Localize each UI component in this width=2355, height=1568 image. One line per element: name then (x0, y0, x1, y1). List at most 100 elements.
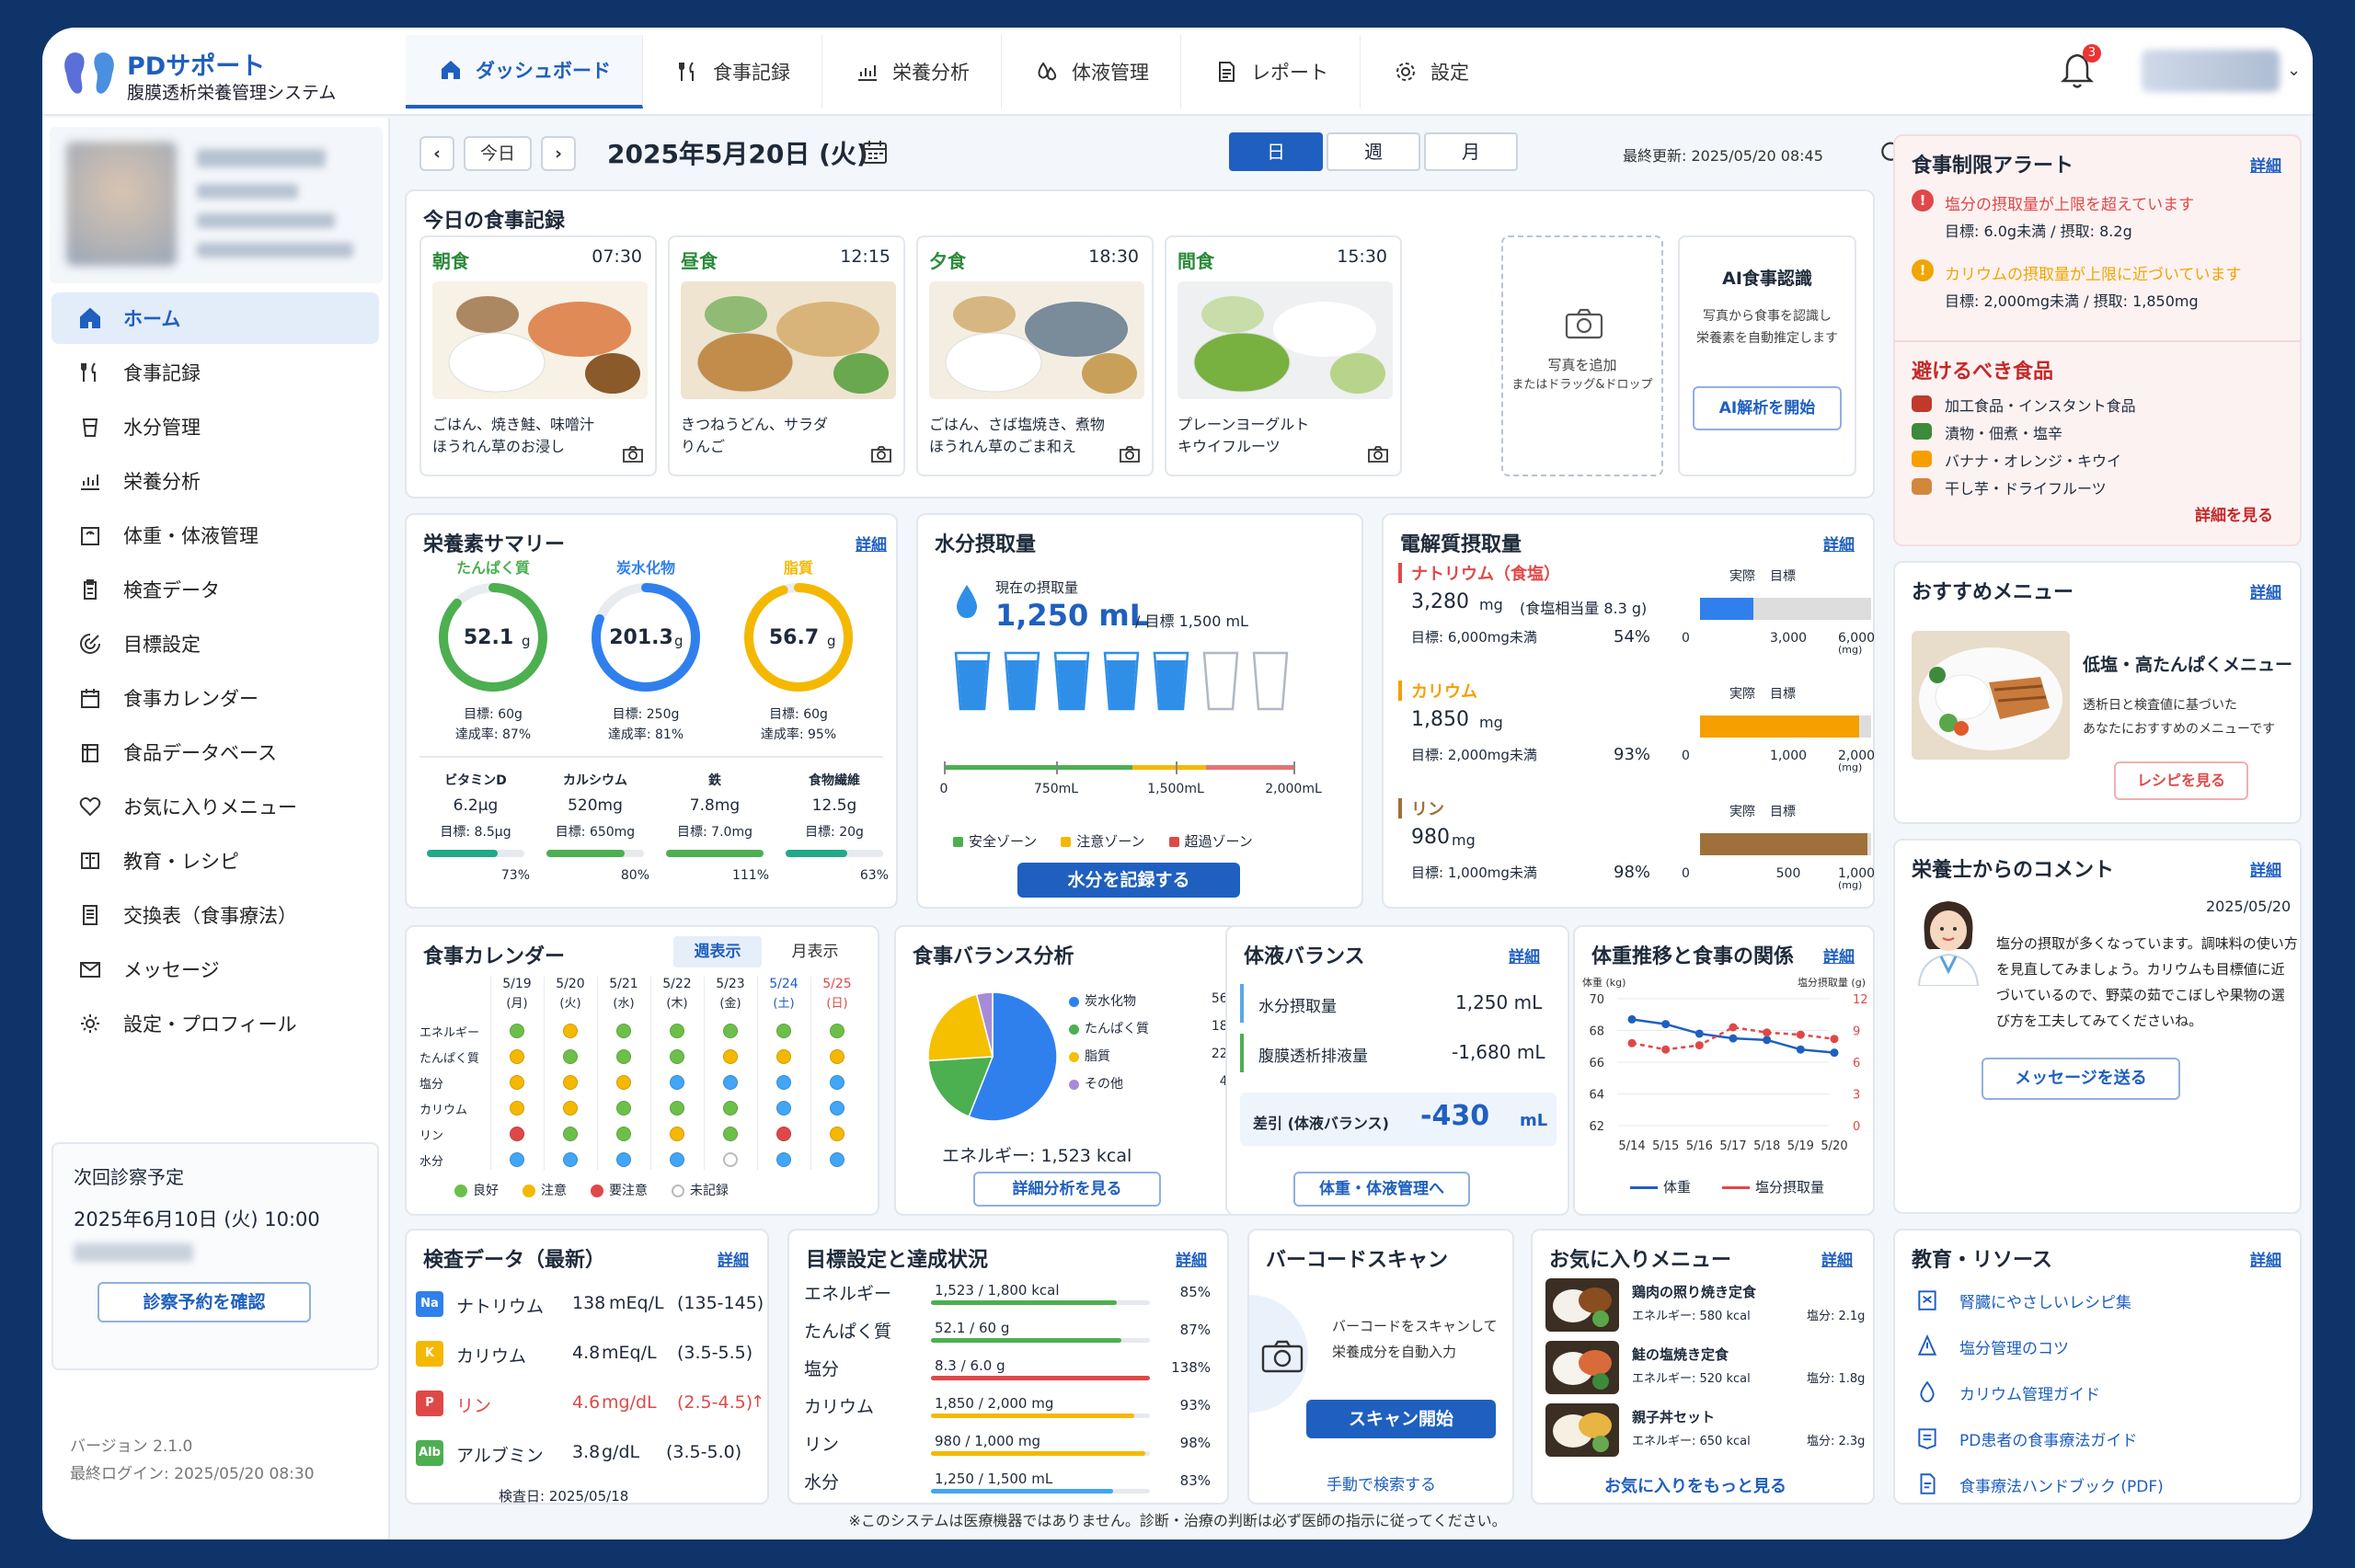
goals-detail-link[interactable]: 詳細 (1176, 1247, 1207, 1270)
calendar-icon[interactable] (861, 138, 889, 166)
status-dot-b[interactable] (776, 1101, 791, 1116)
user-menu[interactable] (2142, 50, 2280, 92)
meal-card[interactable]: 朝食 07:30 ごはん、焼き鮭、味噌汁 ほうれん草のお浸し (419, 235, 657, 476)
sidebar-item-database[interactable]: 食品データベース (52, 727, 379, 778)
status-dot-y[interactable] (830, 1049, 844, 1064)
sidebar-item-home[interactable]: ホーム (52, 292, 379, 344)
add-photo-dropzone[interactable]: 写真を追加 またはドラッグ&ドロップ (1501, 235, 1663, 476)
sidebar-item-clipboard[interactable]: 検査データ (52, 564, 379, 615)
view-month-button[interactable]: 月 (1424, 132, 1518, 171)
status-dot-g[interactable] (563, 1049, 578, 1064)
view-week-button[interactable]: 週 (1327, 132, 1420, 171)
alert-detail-link[interactable]: 詳細 (2250, 153, 2281, 176)
status-dot-r[interactable] (776, 1127, 791, 1141)
status-dot-y[interactable] (510, 1075, 524, 1090)
avoid-detail-link[interactable]: 詳細を見る (2195, 502, 2273, 525)
dietitian-detail-link[interactable]: 詳細 (2250, 857, 2281, 880)
meal-card[interactable]: 間食 15:30 プレーンヨーグルト キウイフルーツ (1165, 235, 1402, 476)
status-dot-b[interactable] (776, 1075, 791, 1090)
status-dot-g[interactable] (776, 1024, 791, 1038)
nav-nutrition[interactable]: 栄養分析 (822, 35, 1002, 109)
camera-icon[interactable] (1260, 1339, 1304, 1374)
status-dot-y[interactable] (723, 1049, 738, 1064)
status-dot-g[interactable] (616, 1024, 631, 1038)
camera-icon[interactable] (622, 445, 644, 464)
sidebar-item-scale[interactable]: 体重・体液管理 (52, 509, 379, 561)
lab-detail-link[interactable]: 詳細 (718, 1247, 749, 1270)
sidebar-item-table[interactable]: 交換表（食事療法） (52, 889, 379, 941)
scan-start-button[interactable]: スキャン開始 (1306, 1400, 1496, 1438)
chevron-down-icon[interactable]: ⌄ (2287, 61, 2301, 80)
status-dot-b[interactable] (830, 1075, 844, 1090)
electrolyte-detail-link[interactable]: 詳細 (1823, 532, 1855, 555)
status-dot-g[interactable] (723, 1127, 738, 1141)
status-dot-b[interactable] (830, 1101, 844, 1116)
status-dot-w[interactable] (723, 1152, 738, 1167)
recommend-detail-link[interactable]: 詳細 (2250, 579, 2281, 602)
status-dot-g[interactable] (723, 1101, 738, 1116)
camera-icon[interactable] (870, 445, 892, 464)
education-link[interactable]: PD患者の食事療法ガイド (1959, 1427, 2137, 1450)
sidebar-item-gear[interactable]: 設定・プロフィール (52, 998, 379, 1049)
status-dot-b[interactable] (670, 1075, 684, 1090)
view-day-button[interactable]: 日 (1229, 132, 1323, 171)
nutrient-detail-link[interactable]: 詳細 (856, 532, 887, 555)
status-dot-y[interactable] (563, 1075, 578, 1090)
sidebar-item-mail[interactable]: メッセージ (52, 944, 379, 995)
prev-day-button[interactable]: ‹ (419, 136, 454, 171)
record-water-button[interactable]: 水分を記録する (1017, 863, 1240, 898)
fluid-manage-button[interactable]: 体重・体液管理へ (1293, 1172, 1470, 1207)
send-message-button[interactable]: メッセージを送る (1982, 1058, 2180, 1100)
status-dot-y[interactable] (670, 1127, 684, 1141)
status-dot-b[interactable] (723, 1075, 738, 1090)
status-dot-b[interactable] (830, 1152, 844, 1167)
sidebar-item-chart[interactable]: 栄養分析 (52, 455, 379, 507)
status-dot-b[interactable] (563, 1152, 578, 1167)
nav-fluid[interactable]: 体液管理 (1002, 35, 1181, 109)
status-dot-g[interactable] (563, 1127, 578, 1141)
calendar-month-tab[interactable]: 月表示 (771, 936, 859, 967)
status-dot-g[interactable] (616, 1049, 631, 1064)
status-dot-g[interactable] (616, 1101, 631, 1116)
status-dot-b[interactable] (776, 1152, 791, 1167)
status-dot-r[interactable] (510, 1127, 524, 1141)
weight-detail-link[interactable]: 詳細 (1823, 944, 1855, 967)
status-dot-y[interactable] (563, 1101, 578, 1116)
status-dot-b[interactable] (616, 1152, 631, 1167)
ai-analyze-button[interactable]: AI解析を開始 (1693, 386, 1842, 430)
status-dot-g[interactable] (616, 1127, 631, 1141)
sidebar-item-cup[interactable]: 水分管理 (52, 401, 379, 452)
status-dot-b[interactable] (510, 1152, 524, 1167)
status-dot-y[interactable] (510, 1101, 524, 1116)
sidebar-item-heart[interactable]: お気に入りメニュー (52, 781, 379, 832)
sidebar-item-calendar[interactable]: 食事カレンダー (52, 672, 379, 724)
nav-meal-record[interactable]: 食事記録 (643, 35, 822, 109)
meal-card[interactable]: 夕食 18:30 ごはん、さば塩焼き、煮物 ほうれん草のごま和え (916, 235, 1154, 476)
status-dot-y[interactable] (563, 1024, 578, 1038)
status-dot-y[interactable] (616, 1075, 631, 1090)
today-button[interactable]: 今日 (464, 136, 532, 171)
recipe-button[interactable]: レシピを見る (2114, 761, 2248, 800)
favorites-more-link[interactable]: お気に入りをもっと見る (1604, 1473, 1786, 1497)
favorites-detail-link[interactable]: 詳細 (1821, 1247, 1853, 1270)
education-link[interactable]: 食事療法ハンドブック (PDF) (1959, 1473, 2164, 1496)
status-dot-g[interactable] (510, 1024, 524, 1038)
status-dot-y[interactable] (830, 1127, 844, 1141)
status-dot-g[interactable] (723, 1024, 738, 1038)
camera-icon[interactable] (1119, 445, 1141, 464)
status-dot-y[interactable] (776, 1049, 791, 1064)
sidebar-item-target[interactable]: 目標設定 (52, 618, 379, 670)
nav-settings[interactable]: 設定 (1361, 35, 1500, 109)
education-link[interactable]: 腎臓にやさしいレシピ集 (1959, 1289, 2131, 1312)
status-dot-g[interactable] (670, 1049, 684, 1064)
profile-card[interactable] (50, 127, 383, 283)
status-dot-g[interactable] (830, 1024, 844, 1038)
nav-report[interactable]: レポート (1181, 35, 1361, 109)
confirm-visit-button[interactable]: 診察予約を確認 (98, 1282, 311, 1322)
balance-detail-button[interactable]: 詳細分析を見る (973, 1172, 1161, 1207)
manual-search-link[interactable]: 手動で検索する (1327, 1471, 1436, 1494)
education-detail-link[interactable]: 詳細 (2250, 1247, 2281, 1270)
education-link[interactable]: カリウム管理ガイド (1959, 1381, 2100, 1404)
fluid-detail-link[interactable]: 詳細 (1509, 944, 1540, 967)
status-dot-y[interactable] (510, 1049, 524, 1064)
